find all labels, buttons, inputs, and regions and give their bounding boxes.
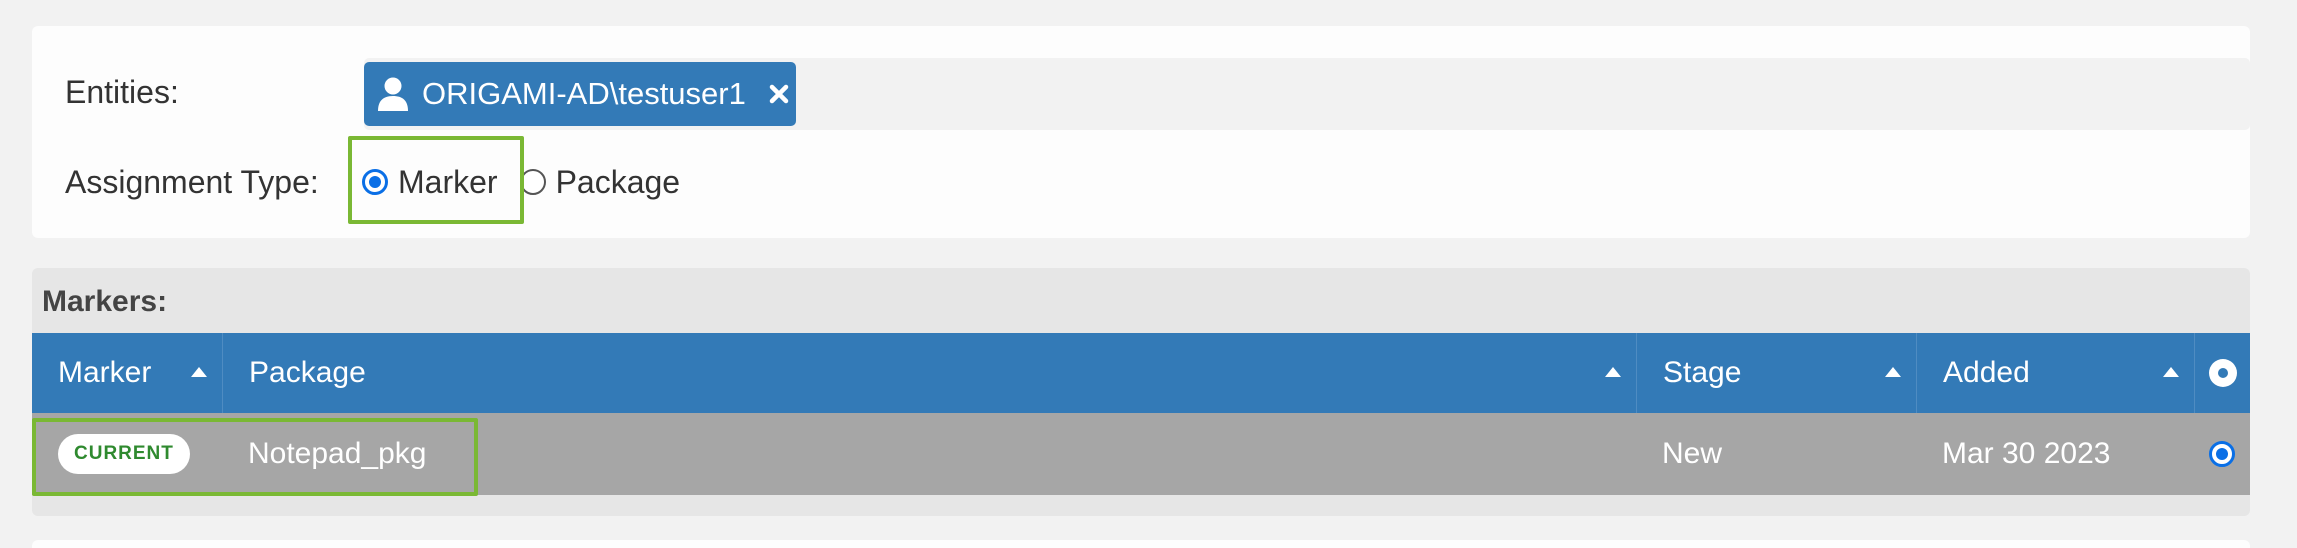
column-header-marker[interactable]: Marker — [32, 333, 222, 413]
current-badge: CURRENT — [58, 434, 190, 474]
assignment-type-label: Assignment Type: — [65, 164, 319, 200]
column-header-added[interactable]: Added — [1916, 333, 2194, 413]
column-header-label: Marker — [58, 356, 152, 389]
column-header-select[interactable] — [2194, 333, 2250, 413]
next-card-edge — [32, 540, 2250, 548]
assignment-option-marker[interactable]: Marker — [362, 162, 498, 202]
entity-chip-label: ORIGAMI-AD\testuser1 — [422, 76, 746, 111]
sort-up-icon — [1885, 367, 1901, 377]
cell-select[interactable] — [2194, 413, 2250, 495]
markers-table-header: Marker Package Stage Added — [32, 333, 2250, 413]
sort-up-icon — [191, 367, 207, 377]
radio-icon[interactable] — [2208, 359, 2237, 387]
column-header-stage[interactable]: Stage — [1636, 333, 1916, 413]
entities-field[interactable]: ORIGAMI-AD\testuser1 — [364, 58, 2250, 130]
cell-package: Notepad_pkg — [248, 437, 427, 470]
page: Entities: ORIGAMI-AD\testuser1 Assignmen… — [0, 0, 2297, 548]
entities-label: Entities: — [65, 74, 179, 110]
markers-panel: Markers: Marker Package Stage Added CURR… — [32, 268, 2250, 516]
row-select-radio[interactable] — [2209, 441, 2235, 467]
close-icon[interactable] — [768, 83, 790, 105]
entity-chip[interactable]: ORIGAMI-AD\testuser1 — [364, 62, 796, 126]
markers-title: Markers: — [42, 285, 168, 318]
cell-stage: New — [1662, 437, 1723, 470]
user-icon — [376, 76, 410, 112]
assignment-option-package[interactable]: Package — [519, 162, 681, 202]
marker-radio[interactable] — [362, 169, 388, 195]
sort-up-icon — [1605, 367, 1621, 377]
column-header-label: Added — [1943, 356, 2030, 389]
package-radio[interactable] — [519, 169, 546, 195]
column-header-label: Package — [249, 356, 366, 389]
table-row[interactable]: CURRENT Notepad_pkg New Mar 30 2023 — [32, 413, 2250, 495]
column-header-package[interactable]: Package — [222, 333, 1636, 413]
assignment-form: Entities: ORIGAMI-AD\testuser1 Assignmen… — [32, 26, 2250, 238]
cell-marker: CURRENT — [58, 413, 190, 495]
column-header-label: Stage — [1663, 356, 1742, 389]
cell-added: Mar 30 2023 — [1942, 437, 2111, 470]
marker-radio-label: Marker — [398, 164, 498, 200]
sort-up-icon — [2163, 367, 2179, 377]
package-radio-label: Package — [555, 164, 681, 200]
assignment-type-group: Marker Package — [362, 154, 680, 210]
